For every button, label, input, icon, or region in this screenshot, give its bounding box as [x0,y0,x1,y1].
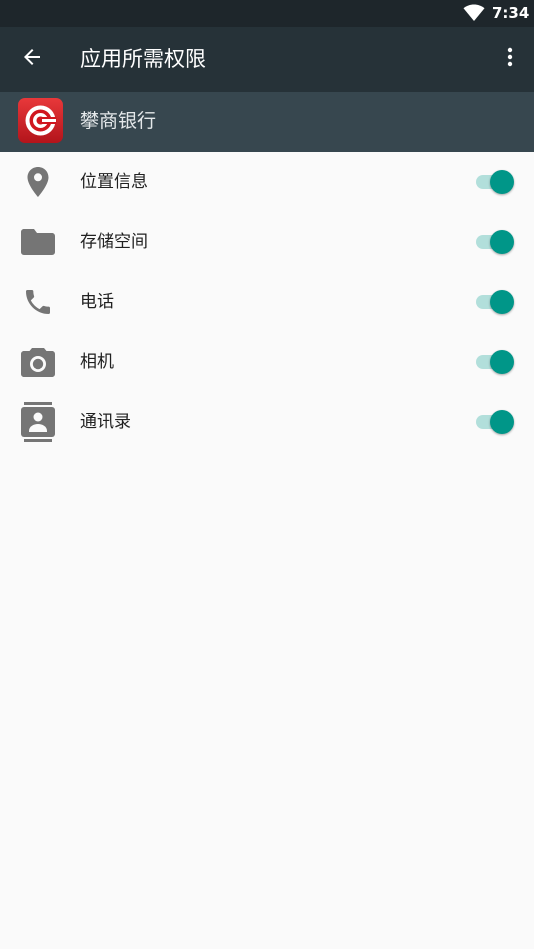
phone-icon [16,284,60,320]
app-bar: 应用所需权限 [0,27,534,92]
folder-icon [16,224,60,260]
permission-row-storage[interactable]: 存储空间 [0,212,534,272]
permission-toggle[interactable] [472,289,516,315]
more-options-button[interactable] [488,37,532,81]
camera-icon [16,344,60,380]
permission-label: 电话 [80,292,114,312]
status-time: 7:34 [492,4,530,22]
page-title: 应用所需权限 [80,47,206,71]
location-pin-icon [16,164,60,200]
permission-row-contacts[interactable]: 通讯录 [0,392,534,452]
app-header: 攀商银行 [0,92,534,152]
more-vert-icon [498,45,522,73]
permission-toggle[interactable] [472,169,516,195]
bank-logo-icon [18,98,63,143]
permission-label: 相机 [80,352,114,372]
permission-row-camera[interactable]: 相机 [0,332,534,392]
permission-toggle[interactable] [472,349,516,375]
permission-row-location[interactable]: 位置信息 [0,152,534,212]
status-bar: 7:34 [0,0,534,27]
back-button[interactable] [10,37,54,81]
permission-label: 通讯录 [80,412,131,432]
permission-label: 位置信息 [80,172,148,192]
permission-row-phone[interactable]: 电话 [0,272,534,332]
arrow-back-icon [20,45,44,73]
permission-toggle[interactable] [472,229,516,255]
permission-label: 存储空间 [80,232,148,252]
wifi-icon [463,4,485,22]
permission-toggle[interactable] [472,409,516,435]
app-name: 攀商银行 [80,110,157,132]
contacts-icon [16,402,60,442]
permission-list: 位置信息 存储空间 电话 相机 通讯录 [0,152,534,452]
